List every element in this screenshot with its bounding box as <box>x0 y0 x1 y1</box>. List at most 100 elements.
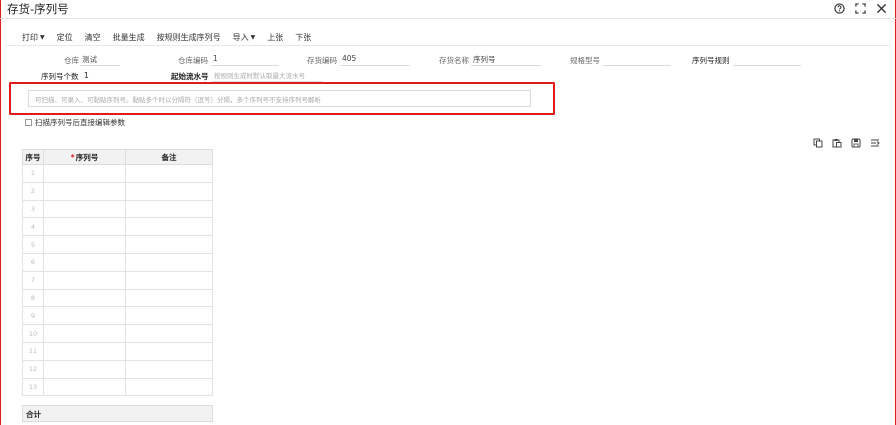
rule-generate-button[interactable]: 按规则生成序列号 <box>157 32 221 43</box>
row-index: 11 <box>22 341 44 361</box>
title-bar: 存货-序列号 <box>0 0 896 19</box>
edit-params-checkbox[interactable] <box>25 119 32 126</box>
serial-cell[interactable] <box>43 270 126 290</box>
divider <box>6 45 890 46</box>
chevron-down-icon: ▼ <box>250 34 256 41</box>
serial-cell[interactable] <box>43 341 126 361</box>
window-controls <box>833 2 887 14</box>
start-seq-input[interactable]: 按规则生成时默认取最大流水号 <box>212 70 322 82</box>
table-row[interactable]: 12 <box>22 359 213 379</box>
serial-cell[interactable] <box>43 288 126 308</box>
row-index: 8 <box>22 288 44 308</box>
table-row[interactable]: 8 <box>22 288 213 308</box>
item-code-label: 存货编码 <box>307 56 337 65</box>
paste-icon[interactable] <box>831 137 842 148</box>
spec-value <box>603 54 671 66</box>
edit-params-checkbox-row[interactable]: 扫描序列号后直接编辑参数 <box>25 117 125 128</box>
table-row[interactable]: 13 <box>22 377 213 397</box>
serial-cell[interactable] <box>43 306 126 326</box>
edit-params-checkbox-label: 扫描序列号后直接编辑参数 <box>35 118 125 127</box>
table-row[interactable]: 3 <box>22 199 213 219</box>
batch-generate-button[interactable]: 批量生成 <box>113 32 145 43</box>
print-label: 打印 <box>22 33 38 42</box>
serial-cell[interactable] <box>43 235 126 254</box>
serial-cell[interactable] <box>43 199 126 219</box>
total-row: 合计 <box>22 405 213 422</box>
serial-cell[interactable] <box>43 359 126 379</box>
table-row[interactable]: 2 <box>22 181 213 201</box>
table-row[interactable]: 1 <box>22 164 213 183</box>
print-menu[interactable]: 打印 ▼ <box>22 32 45 43</box>
row-index: 5 <box>22 235 44 254</box>
close-icon[interactable] <box>875 2 887 14</box>
row-index: 2 <box>22 181 44 201</box>
copy-icon[interactable] <box>812 137 823 148</box>
clear-button[interactable]: 清空 <box>85 32 101 43</box>
col-header-serial: *序列号 <box>43 149 126 165</box>
warehouse-code-label: 仓库编码 <box>178 56 208 65</box>
serial-cell[interactable] <box>43 324 126 343</box>
row-index: 7 <box>22 270 44 290</box>
serial-cell[interactable] <box>43 217 126 237</box>
item-name-label: 存货名称 <box>439 56 469 65</box>
row-index: 10 <box>22 324 44 343</box>
row-index: 9 <box>22 306 44 326</box>
remark-cell[interactable] <box>125 270 213 290</box>
next-button[interactable]: 下张 <box>295 32 311 43</box>
serial-cell[interactable] <box>43 181 126 201</box>
import-menu[interactable]: 导入 ▼ <box>233 32 256 43</box>
window-title: 存货-序列号 <box>7 2 69 16</box>
help-icon[interactable] <box>833 2 845 14</box>
row-index: 1 <box>22 164 44 183</box>
col-header-index: 序号 <box>22 149 44 165</box>
remark-cell[interactable] <box>125 341 213 361</box>
table-row[interactable]: 5 <box>22 235 213 254</box>
locate-button[interactable]: 定位 <box>57 32 73 43</box>
save-icon[interactable] <box>850 137 861 148</box>
table-row[interactable]: 10 <box>22 324 213 343</box>
serial-rule-label: 序列号规则 <box>692 56 730 65</box>
row-index: 3 <box>22 199 44 219</box>
warehouse-code-value: 1 <box>211 54 279 66</box>
remark-cell[interactable] <box>125 377 213 397</box>
remark-cell[interactable] <box>125 199 213 219</box>
column-settings-icon[interactable] <box>869 137 880 148</box>
grid-header-row: 序号 *序列号 备注 <box>22 149 213 165</box>
serial-grid: 序号 *序列号 备注 1 2 3 4 5 6 7 8 9 10 11 12 13 <box>22 149 213 397</box>
grid-tools <box>812 137 880 148</box>
warehouse-label: 仓库 <box>64 56 79 65</box>
row-index: 6 <box>22 252 44 272</box>
remark-cell[interactable] <box>125 359 213 379</box>
grid-body: 1 2 3 4 5 6 7 8 9 10 11 12 13 <box>22 164 213 397</box>
prev-button[interactable]: 上张 <box>267 32 283 43</box>
remark-cell[interactable] <box>125 181 213 201</box>
remark-cell[interactable] <box>125 288 213 308</box>
table-row[interactable]: 9 <box>22 306 213 326</box>
row-index: 13 <box>22 377 44 397</box>
col-header-serial-label: 序列号 <box>75 152 99 162</box>
remark-cell[interactable] <box>125 306 213 326</box>
serial-number-input[interactable]: 可扫描、可录入、可黏贴序列号。黏贴多个时以分隔符（逗号）分隔，多个序列号不支持序… <box>28 90 531 107</box>
remark-cell[interactable] <box>125 324 213 343</box>
remark-cell[interactable] <box>125 252 213 272</box>
remark-cell[interactable] <box>125 164 213 183</box>
chevron-down-icon: ▼ <box>40 34 45 41</box>
serial-cell[interactable] <box>43 377 126 397</box>
serial-cell[interactable] <box>43 252 126 272</box>
serial-cell[interactable] <box>43 164 126 183</box>
item-name-value: 序列号 <box>471 54 541 66</box>
warehouse-value: 测试 <box>80 54 120 66</box>
row-index: 12 <box>22 359 44 379</box>
table-row[interactable]: 11 <box>22 341 213 361</box>
table-row[interactable]: 7 <box>22 270 213 290</box>
maximize-icon[interactable] <box>854 2 866 14</box>
remark-cell[interactable] <box>125 217 213 237</box>
item-code-value: 405 <box>340 54 410 66</box>
remark-cell[interactable] <box>125 235 213 254</box>
table-row[interactable]: 6 <box>22 252 213 272</box>
serial-rule-value[interactable] <box>733 54 801 66</box>
required-mark: * <box>70 152 75 162</box>
start-seq-label: 起始流水号 <box>171 72 209 81</box>
table-row[interactable]: 4 <box>22 217 213 237</box>
spec-label: 规格型号 <box>570 56 600 65</box>
